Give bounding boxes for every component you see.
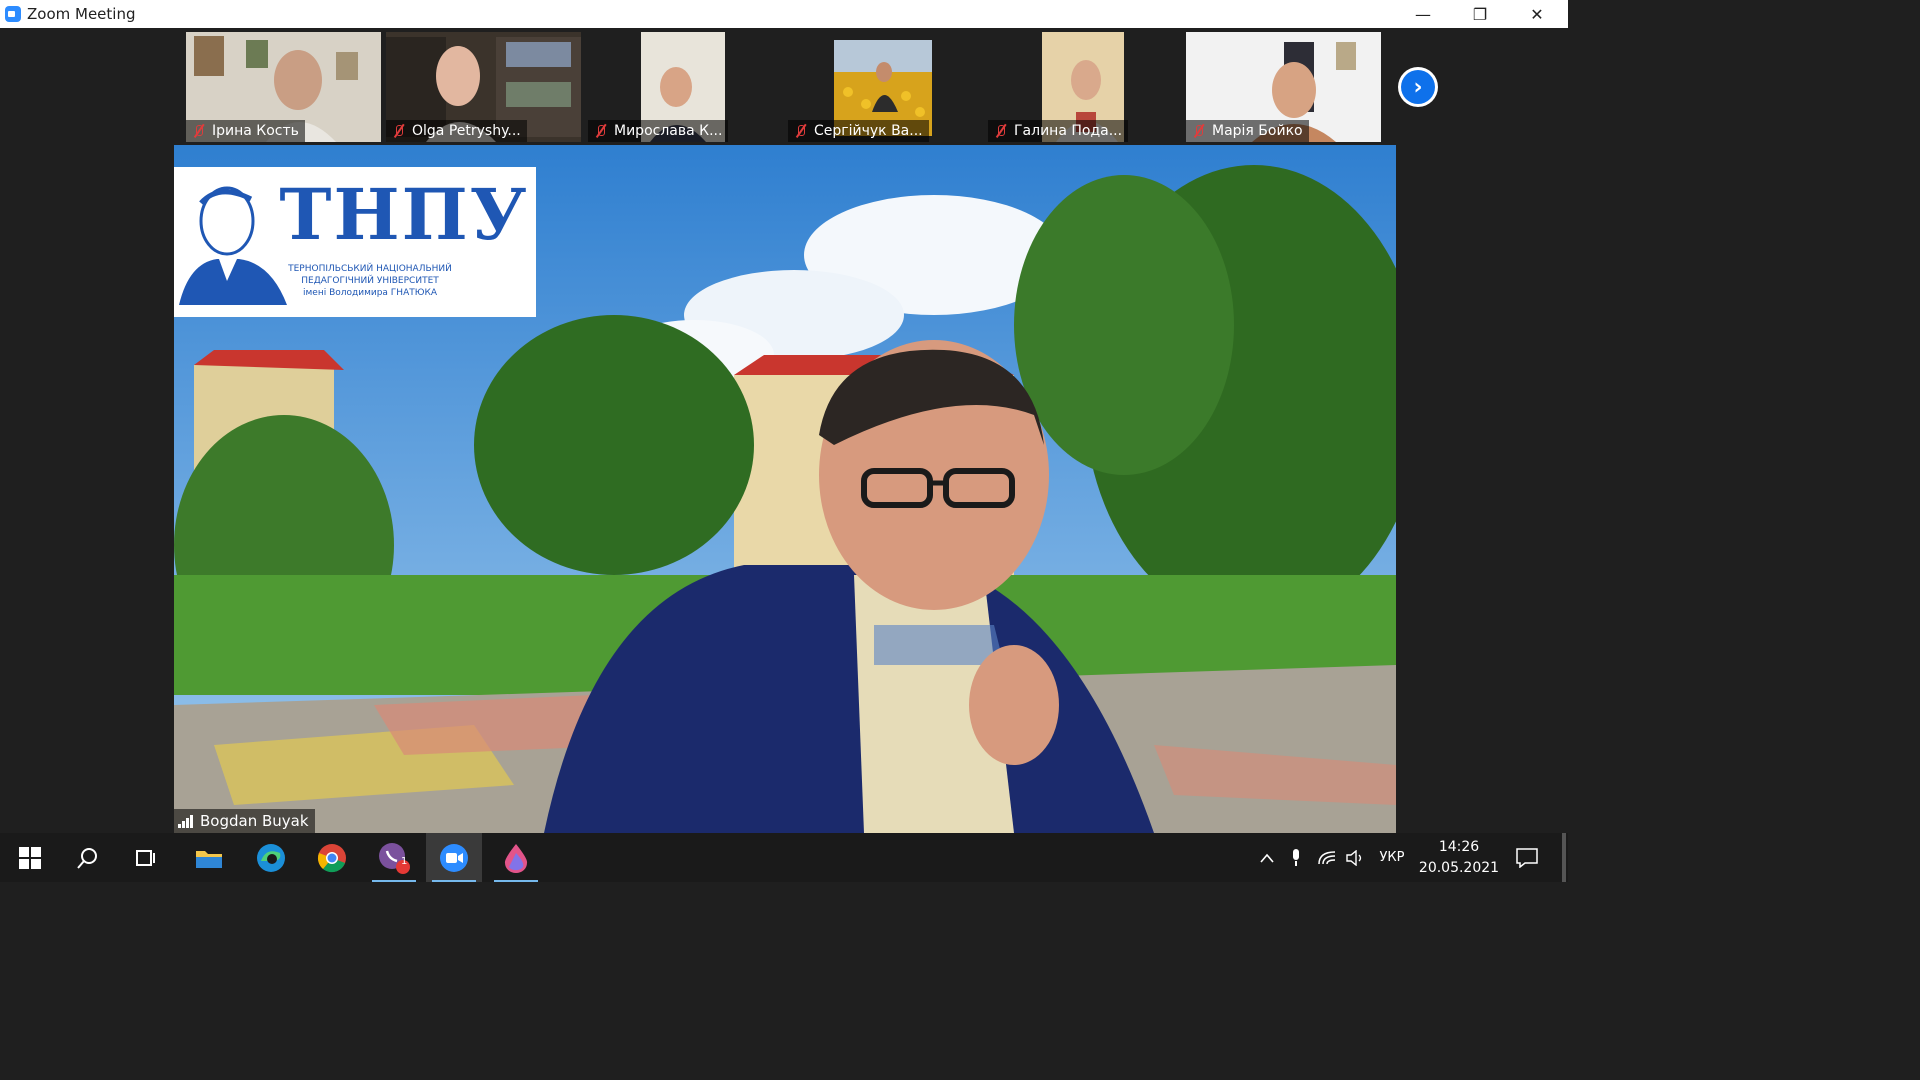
show-desktop-button[interactable] [1562,833,1566,882]
muted-mic-icon [192,124,206,138]
minimize-button[interactable]: — [1400,0,1446,28]
next-page-button[interactable]: › [1398,67,1438,107]
participant-name: Ірина Кость [212,123,299,139]
start-button[interactable] [2,833,58,882]
close-icon: ✕ [1530,4,1544,24]
logo-text: ТНПУ [279,173,529,256]
chevron-right-icon: › [1413,74,1423,100]
portrait-icon [179,186,287,305]
minimize-icon: — [1415,4,1431,24]
notifications-icon [1516,847,1538,868]
active-speaker-video[interactable]: ТНПУ ТЕРНОПІЛЬСЬКИЙ НАЦІОНАЛЬНИЙ ПЕДАГОГ… [174,145,1396,833]
participant-tile[interactable]: Ірина Кость [186,32,381,142]
university-logo: ТНПУ ТЕРНОПІЛЬСЬКИЙ НАЦІОНАЛЬНИЙ ПЕДАГОГ… [174,167,536,317]
participant-tile[interactable]: Мирослава К... [588,32,783,142]
signal-strength-icon [178,814,194,828]
restore-button[interactable]: ❐ [1457,0,1503,28]
viber-badge: 1 [401,856,408,867]
logo-subtitle-line: ТЕРНОПІЛЬСЬКИЙ НАЦІОНАЛЬНИЙ [288,264,452,274]
clock-time: 14:26 [1438,839,1480,855]
muted-mic-icon [594,124,608,138]
volume-tray-button[interactable] [1343,833,1369,882]
file-explorer-button[interactable] [181,833,237,882]
search-icon [77,847,97,869]
logo-subtitle: ТЕРНОПІЛЬСЬКИЙ НАЦІОНАЛЬНИЙ ПЕДАГОГІЧНИЙ… [274,263,466,299]
edge-icon [257,843,285,872]
file-explorer-icon [196,850,222,868]
zoom-icon [440,843,468,872]
zoom-app-icon [5,6,21,22]
chrome-button[interactable] [304,833,360,882]
clock-date: 20.05.2021 [1418,860,1500,876]
zoom-taskbar-button[interactable] [426,833,482,882]
speaker-name: Bogdan Buyak [200,812,309,830]
participant-tile[interactable]: Olga Petryshy... [386,32,581,142]
task-view-icon [136,849,155,866]
window-titlebar: Zoom Meeting — ❐ ✕ [0,0,1568,28]
logo-subtitle-line: імені Володимира ГНАТЮКА [303,288,437,298]
participant-tile[interactable]: Галина Пода... [988,32,1183,142]
windows-taskbar: 1 УКР 14:26 20.05.2021 [0,833,1568,882]
microphone-tray-button[interactable] [1284,833,1308,882]
microphone-icon [1293,848,1299,866]
participant-name: Сергійчук Ва... [814,123,923,139]
input-language-button[interactable]: УКР [1373,833,1411,882]
participant-tile[interactable]: Марія Бойко [1186,32,1381,142]
action-center-button[interactable] [1512,833,1542,882]
windows-start-icon [19,846,41,869]
chevron-up-icon [1260,853,1274,863]
task-view-button[interactable] [118,833,174,882]
logo-subtitle-line: ПЕДАГОГІЧНИЙ УНІВЕРСИТЕТ [301,276,439,286]
gallery-strip: Ірина Кость Olga Petryshy... Мирослава К… [0,28,1568,145]
participant-name: Марія Бойко [1212,123,1303,139]
restore-icon: ❐ [1472,4,1488,24]
network-tray-button[interactable] [1314,833,1340,882]
color-drop-icon [504,843,528,873]
speaker-nameplate: Bogdan Buyak [174,809,315,833]
participant-name: Olga Petryshy... [412,123,521,139]
participant-name: Галина Пода... [1014,123,1123,139]
window-title: Zoom Meeting [27,5,136,23]
color-app-button[interactable] [488,833,544,882]
muted-mic-icon [994,124,1008,138]
chrome-icon [317,843,346,872]
edge-button[interactable] [243,833,299,882]
taskbar-clock[interactable]: 14:26 20.05.2021 [1416,837,1502,879]
close-button[interactable]: ✕ [1514,0,1560,28]
muted-mic-icon [794,124,808,138]
viber-button[interactable]: 1 [366,833,422,882]
show-hidden-icons-button[interactable] [1255,833,1279,882]
muted-mic-icon [1192,124,1206,138]
participant-tile[interactable]: Сергійчук Ва... [788,32,983,142]
wifi-icon [1318,850,1336,864]
participant-name: Мирослава К... [614,123,723,139]
speaker-volume-icon [1346,849,1362,866]
search-button[interactable] [60,833,116,882]
muted-mic-icon [392,124,406,138]
